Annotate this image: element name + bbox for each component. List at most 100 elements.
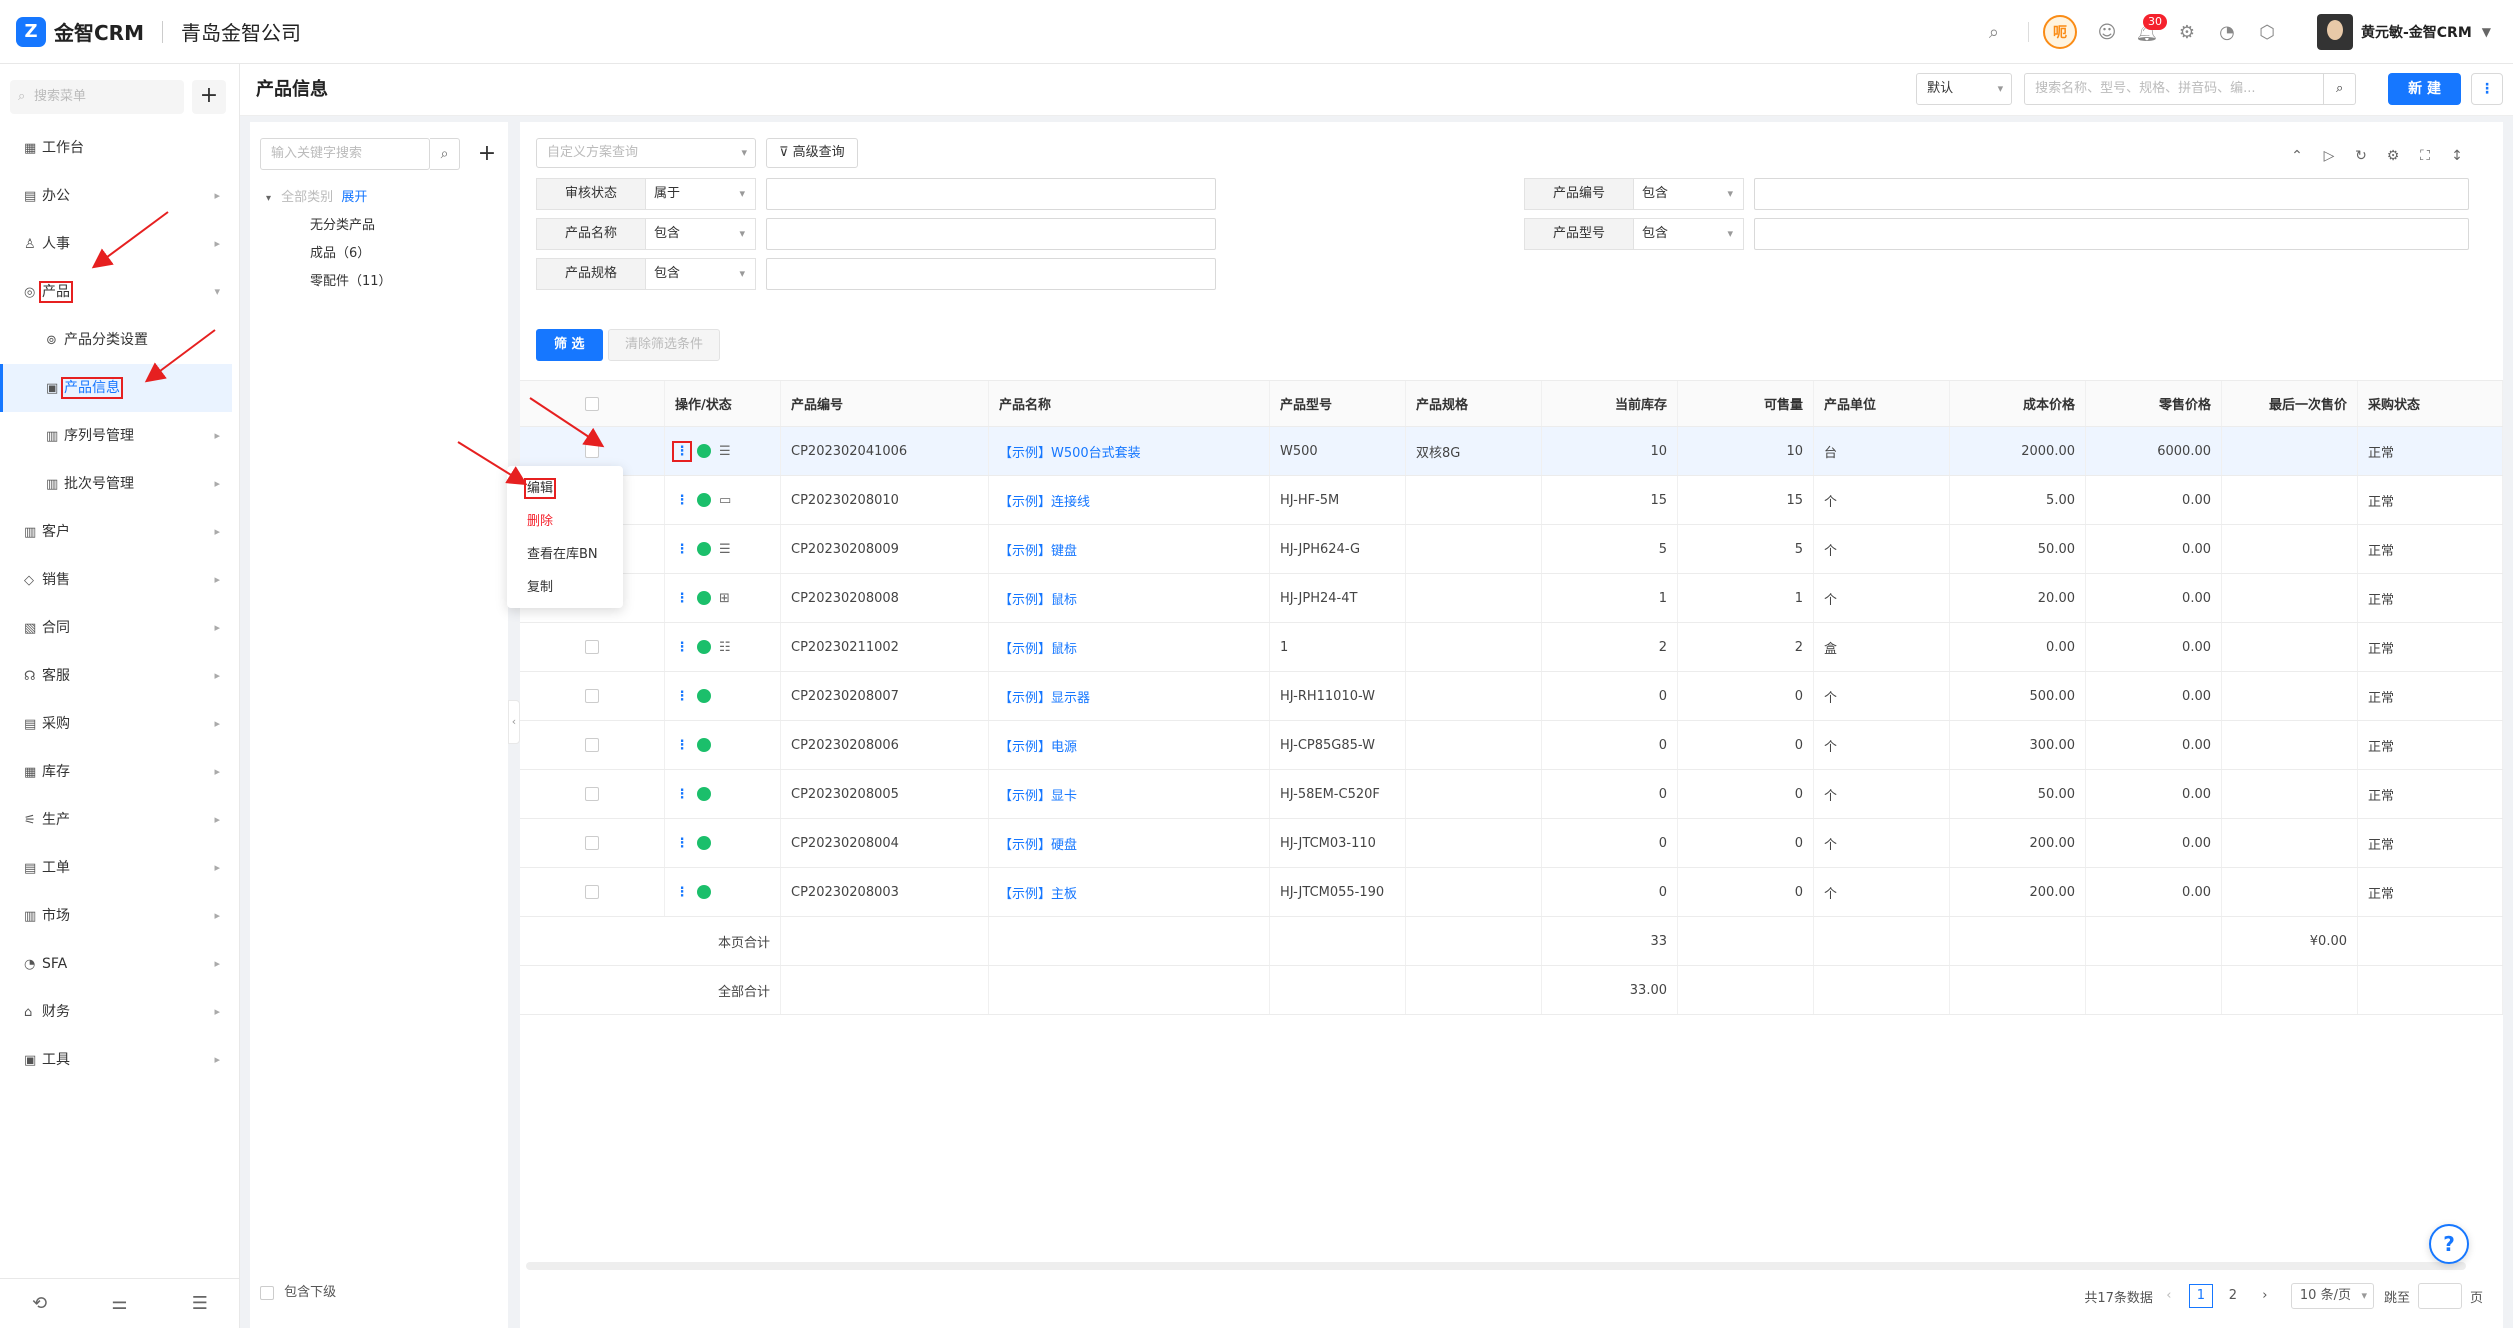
sidebar-item-13[interactable]: ▦ 库存 ▸ — [0, 748, 232, 796]
sidebar-item-2[interactable]: ♙ 人事 ▸ — [0, 220, 232, 268]
sidebar-item-5[interactable]: ▣ 产品信息 — [0, 364, 232, 412]
row-checkbox[interactable] — [585, 689, 599, 703]
row-more-icon[interactable]: ⋮ — [675, 787, 689, 802]
sidebar-item-10[interactable]: ▧ 合同 ▸ — [0, 604, 232, 652]
row-more-icon[interactable]: ⋮ — [675, 885, 689, 900]
sidebar-item-11[interactable]: ☊ 客服 ▸ — [0, 652, 232, 700]
table-row[interactable]: ⋮ ☰ CP20230208009 【示例】键盘 HJ-JPH624-G 5 5 个 50.00… — [520, 525, 2503, 574]
refresh-icon[interactable]: ↻ — [2345, 148, 2377, 164]
global-search-input[interactable]: 搜索名称、型号、规格、拼音码、编... — [2024, 73, 2325, 105]
menu-settings-icon[interactable]: ⚌ — [111, 1293, 127, 1314]
collapse-tree-handle[interactable]: ‹ — [508, 700, 520, 744]
menu-item-edit[interactable]: 编辑 — [507, 472, 623, 505]
tree-node-finished[interactable]: 成品（6） — [310, 242, 370, 261]
page-1[interactable]: 1 — [2188, 1284, 2213, 1308]
filter-operator-select[interactable]: 包含 ▾ — [646, 258, 756, 290]
filter-value-input[interactable] — [1754, 218, 2469, 250]
filter-operator-select[interactable]: 属于 ▾ — [646, 178, 756, 210]
view-select[interactable]: 默认 ▾ — [1916, 73, 2013, 105]
sidebar-item-14[interactable]: ⚟ 生产 ▸ — [0, 796, 232, 844]
app-logo[interactable]: Z 金智CRM — [16, 16, 144, 47]
filter-operator-select[interactable]: 包含 ▾ — [1634, 178, 1744, 210]
menu-item-delete[interactable]: 删除 — [507, 505, 623, 538]
tree-root[interactable]: ▾ 全部类别 展开 — [266, 186, 367, 205]
sidebar-item-9[interactable]: ◇ 销售 ▸ — [0, 556, 232, 604]
row-more-icon[interactable]: ⋮ — [675, 689, 689, 704]
product-name-link[interactable]: 【示例】显示器 — [989, 672, 1270, 720]
menu-item-view-bn[interactable]: 查看在库BN — [507, 538, 623, 571]
more-options-icon[interactable]: ⋮ — [2471, 73, 2503, 105]
table-row[interactable]: ⋮ ☰ CP202302041006 【示例】W500台式套装 W500 双核8G 10 10… — [520, 427, 2503, 476]
row-more-icon[interactable]: ⋮ — [675, 836, 689, 851]
table-row[interactable]: ⋮ CP20230208005 【示例】显卡 HJ-58EM-C520F 0 0 个 50.0… — [520, 770, 2503, 819]
goto-page-input[interactable] — [2417, 1283, 2462, 1309]
search-icon[interactable]: ⌕ — [430, 138, 460, 170]
product-name-link[interactable]: 【示例】W500台式套装 — [989, 427, 1270, 475]
help-icon[interactable]: ? — [2429, 1224, 2469, 1264]
play-icon[interactable]: ▷ — [2313, 148, 2345, 164]
collapse-menu-icon[interactable]: ☰ — [192, 1293, 208, 1314]
checkbox[interactable] — [260, 1285, 274, 1300]
pie-chart-icon[interactable]: ◔ — [2207, 12, 2247, 52]
row-more-icon[interactable]: ⋮ — [675, 591, 689, 606]
product-name-link[interactable]: 【示例】连接线 — [989, 476, 1270, 524]
product-name-link[interactable]: 【示例】硬盘 — [989, 819, 1270, 867]
sidebar-item-7[interactable]: ▥ 批次号管理 ▸ — [0, 460, 232, 508]
prev-page-icon[interactable]: ‹ — [2157, 1284, 2181, 1308]
row-checkbox[interactable] — [585, 836, 599, 850]
row-more-icon[interactable]: ⋮ — [675, 640, 689, 655]
sidebar-item-3[interactable]: ◎ 产品 ▾ — [0, 268, 232, 316]
table-row[interactable]: ⋮ ☷ CP20230211002 【示例】鼠标 1 2 2 盒 0.00 0.00 正常 — [520, 623, 2503, 672]
detail-icon[interactable]: ☰ — [719, 542, 731, 557]
sidebar-item-0[interactable]: ▦ 工作台 — [0, 124, 232, 172]
table-row[interactable]: ⋮ ⊞ CP20230208008 【示例】鼠标 HJ-JPH24-4T 1 1 个 20.00… — [520, 574, 2503, 623]
row-more-icon[interactable]: ⋮ — [672, 440, 692, 462]
table-row[interactable]: ⋮ CP20230208003 【示例】主板 HJ-JTCM055-190 0 0 个 200… — [520, 868, 2503, 917]
sidebar-item-18[interactable]: ⌂ 财务 ▸ — [0, 988, 232, 1036]
settings-icon[interactable]: ⚙ — [2167, 12, 2207, 52]
tree-search-input[interactable]: 输入关键字搜索 — [260, 138, 430, 170]
tree-node-uncategorized[interactable]: 无分类产品 — [310, 214, 375, 233]
page-2[interactable]: 2 — [2221, 1284, 2245, 1308]
filter-operator-select[interactable]: 包含 ▾ — [1634, 218, 1744, 250]
detail-icon[interactable]: ⊞ — [719, 591, 730, 606]
filter-value-input[interactable] — [1754, 178, 2469, 210]
bell-icon[interactable]: 🔔︎ 30 — [2127, 12, 2167, 52]
filter-value-input[interactable] — [766, 218, 1216, 250]
filter-value-input[interactable] — [766, 178, 1216, 210]
detail-icon[interactable]: ▭ — [719, 493, 731, 508]
table-row[interactable]: ⋮ CP20230208006 【示例】电源 HJ-CP85G85-W 0 0 个 300.0… — [520, 721, 2503, 770]
custom-scheme-select[interactable]: 自定义方案查询 ▾ — [536, 138, 756, 168]
table-row[interactable]: ⋮ CP20230208007 【示例】显示器 HJ-RH11010-W 0 0 个 500.… — [520, 672, 2503, 721]
history-icon[interactable]: ⟲ — [32, 1293, 47, 1314]
sidebar-item-19[interactable]: ▣ 工具 ▸ — [0, 1036, 232, 1084]
clear-filter-button[interactable]: 清除筛选条件 — [608, 329, 721, 361]
row-checkbox[interactable] — [585, 738, 599, 752]
product-name-link[interactable]: 【示例】显卡 — [989, 770, 1270, 818]
advanced-query-button[interactable]: ⊽ 高级查询 — [766, 138, 858, 168]
row-checkbox[interactable] — [585, 885, 599, 899]
row-checkbox[interactable] — [585, 787, 599, 801]
menu-search-input[interactable]: ⌕ 搜索菜单 — [10, 80, 184, 114]
expand-link[interactable]: 展开 — [341, 190, 367, 205]
sidebar-item-8[interactable]: ▥ 客户 ▸ — [0, 508, 232, 556]
select-all-checkbox[interactable] — [585, 396, 599, 411]
user-menu[interactable]: 黄元敏-金智CRM ▼ — [2316, 14, 2491, 50]
contacts-icon[interactable]: ☺ — [2087, 12, 2127, 52]
table-row[interactable]: ⋮ ▭ CP20230208010 【示例】连接线 HJ-HF-5M 15 15 个 5.00 0… — [520, 476, 2503, 525]
tree-node-parts[interactable]: 零配件（11） — [310, 270, 392, 289]
table-row[interactable]: ⋮ CP20230208004 【示例】硬盘 HJ-JTCM03-110 0 0 个 200.… — [520, 819, 2503, 868]
row-more-icon[interactable]: ⋮ — [675, 738, 689, 753]
add-category-button[interactable]: + — [475, 138, 499, 170]
product-name-link[interactable]: 【示例】电源 — [989, 721, 1270, 769]
column-settings-icon[interactable]: ⚙ — [2377, 148, 2409, 164]
collapse-up-icon[interactable]: ⌃ — [2281, 148, 2313, 164]
filter-value-input[interactable] — [766, 258, 1216, 290]
sidebar-item-6[interactable]: ▥ 序列号管理 ▸ — [0, 412, 232, 460]
filter-submit-button[interactable]: 筛 选 — [536, 329, 603, 361]
next-page-icon[interactable]: › — [2253, 1284, 2277, 1308]
include-sub-checkbox[interactable]: 包含下级 — [260, 1281, 336, 1300]
page-size-select[interactable]: 10 条/页 ▾ — [2290, 1283, 2374, 1309]
filter-operator-select[interactable]: 包含 ▾ — [646, 218, 756, 250]
search-button[interactable]: ⌕ — [2324, 73, 2357, 105]
